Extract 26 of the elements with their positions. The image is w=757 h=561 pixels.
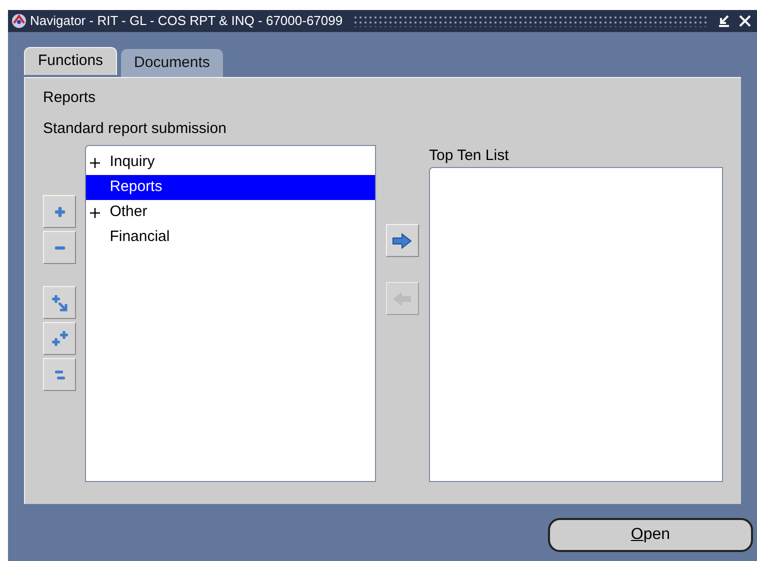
double-plus-icon — [50, 328, 70, 348]
tree-control-button[interactable] — [43, 195, 76, 228]
tree-control-button[interactable] — [43, 358, 76, 391]
app-logo-icon — [10, 13, 28, 29]
tree-item[interactable]: Reports — [86, 175, 375, 200]
close-icon[interactable] — [739, 15, 751, 27]
tree-item[interactable]: Other — [86, 200, 375, 225]
plus-arrow-icon — [50, 292, 70, 312]
section-subtitle: Standard report submission — [43, 119, 228, 139]
expand-icon — [90, 208, 100, 218]
right-arrow-icon — [392, 232, 412, 248]
add-button[interactable] — [386, 224, 419, 257]
section-title: Reports — [43, 88, 97, 108]
plus-icon — [52, 204, 66, 218]
tree-control-button[interactable] — [43, 322, 76, 355]
tree-item[interactable]: Financial — [86, 225, 375, 250]
minimize-icon — [717, 14, 731, 28]
open-button[interactable]: Open — [548, 518, 753, 552]
tree-control-button[interactable] — [43, 231, 76, 264]
tab[interactable]: Documents — [121, 49, 223, 77]
tree-item[interactable]: Inquiry — [86, 150, 375, 175]
tree-control-button[interactable] — [43, 286, 76, 319]
window-title: Navigator - RIT - GL - COS RPT & INQ - 67000-67099 — [30, 12, 343, 30]
list-label: Top Ten List — [429, 146, 510, 166]
expand-icon — [90, 158, 100, 168]
tab[interactable]: Functions — [24, 47, 118, 75]
